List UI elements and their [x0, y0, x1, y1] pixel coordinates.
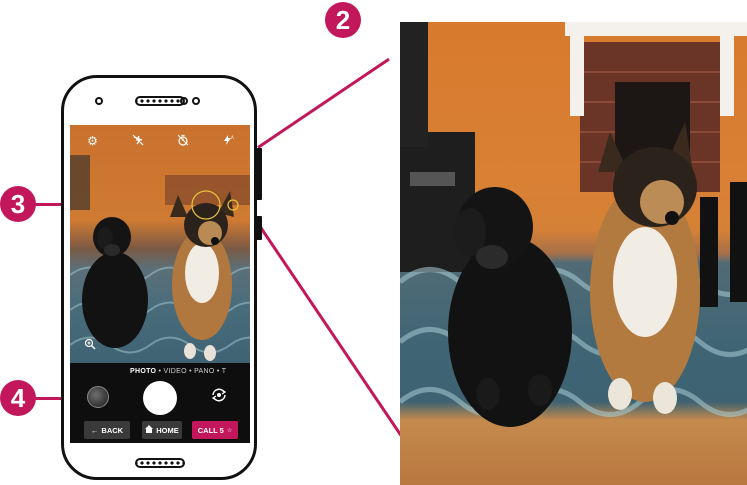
- phone-side-button-power: [256, 148, 262, 200]
- camera-mode-selector: PHOTO • VIDEO • PANO • T: [130, 368, 226, 375]
- phone-side-button-volume: [256, 216, 262, 240]
- home-icon: [145, 425, 154, 435]
- switch-camera-icon[interactable]: [210, 387, 228, 408]
- assist-nav-bar: ← BACK HOME CALL 5 ☆: [70, 419, 250, 443]
- call-button-superscript: ☆: [226, 427, 233, 434]
- gallery-thumbnail[interactable]: [87, 386, 109, 408]
- camera-top-bar: ⚙ A: [70, 131, 250, 151]
- mode-pano[interactable]: PANO: [194, 368, 215, 375]
- arrow-left-icon: ←: [90, 425, 99, 435]
- mode-separator: •: [158, 368, 162, 375]
- camera-app-screen: ⚙ A PHOTO • VIDEO • PANO • T ← BACK HOME…: [70, 125, 250, 443]
- timer-icon[interactable]: [173, 134, 193, 149]
- mode-t[interactable]: T: [222, 368, 227, 375]
- home-button-label: HOME: [156, 425, 179, 435]
- svg-text:A: A: [231, 135, 234, 140]
- captured-photo: [400, 22, 747, 485]
- callout-badge-3: 3: [0, 186, 36, 222]
- back-button[interactable]: ← BACK: [84, 421, 130, 439]
- shutter-button[interactable]: [143, 381, 177, 415]
- gear-icon[interactable]: ⚙: [83, 134, 103, 148]
- front-camera: [95, 97, 103, 105]
- front-sensor-left: [180, 97, 188, 105]
- viewfinder-photo: [70, 155, 250, 361]
- mode-separator: •: [216, 368, 220, 375]
- mode-separator: •: [189, 368, 192, 375]
- mode-photo[interactable]: PHOTO: [130, 368, 156, 375]
- call-button-label: CALL 5: [197, 425, 224, 435]
- flash-off-icon[interactable]: [128, 134, 148, 149]
- back-button-label: BACK: [101, 425, 124, 435]
- callout-badge-4: 4: [0, 380, 36, 416]
- callout-badge-2: 2: [325, 2, 361, 38]
- flash-auto-icon[interactable]: A: [218, 134, 238, 149]
- call-button[interactable]: CALL 5 ☆: [192, 421, 238, 439]
- mode-video[interactable]: VIDEO: [164, 368, 187, 375]
- earpiece-speaker: [135, 96, 185, 106]
- bottom-speaker: [135, 458, 185, 468]
- home-button[interactable]: HOME: [142, 421, 182, 439]
- camera-viewfinder[interactable]: ⚙ A: [70, 125, 250, 363]
- zoom-in-icon[interactable]: [84, 337, 96, 355]
- captured-photo-illustration: [400, 22, 747, 427]
- callout-2-line-top: [257, 57, 390, 149]
- front-sensor-right: [192, 97, 200, 105]
